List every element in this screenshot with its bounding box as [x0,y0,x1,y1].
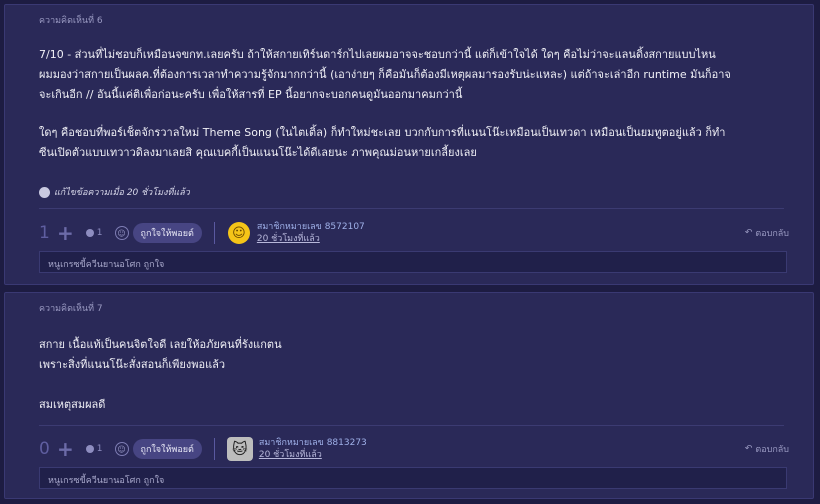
post-time[interactable]: 20 ชั่วโมงที่แล้ว [259,449,367,461]
edited-text: แก้ไขข้อความเมื่อ 20 ชั่วโมงที่แล้ว [54,188,190,198]
avatar[interactable]: ☺ [227,221,251,245]
emotion-count-value: 1 [96,228,103,238]
comment-body-paragraph: สกาย เนื้อแท้เป็นคนจิตใจดี เลยให้อภัยคนท… [39,335,282,375]
emoji-icon[interactable]: ☺ [114,442,129,456]
reply-button[interactable]: ↶ ตอบกลับ [745,442,789,456]
emotion-count[interactable]: 1 [85,444,103,454]
comment-line: สกาย เนื้อแท้เป็นคนจิตใจดี เลยให้อภัยคนท… [39,338,282,351]
comment-number: ความคิดเห็นที่ 7 [39,304,103,314]
reply-arrow-icon: ↶ [744,444,753,454]
comment-number: ความคิดเห็นที่ 6 [39,16,103,26]
plus-vote-icon[interactable]: + [57,439,74,459]
comment-line: จะเกินอีก // อันนี้แค่ติเพื่อก่อนะครับ เ… [39,88,463,101]
comment-line: สมเหตุสมผลดี [39,398,106,411]
comment-line: 7/10 - ส่วนที่ไม่ชอบก็เหมือนจขกท.เลยครับ… [39,48,716,61]
reply-label: ตอบกลับ [755,229,789,239]
reply-button[interactable]: ↶ ตอบกลับ [745,226,789,240]
edit-history-icon [39,186,50,198]
liked-by-box: หนูเกรซขี้ควีนยานอโศก ถูกใจ [39,467,787,489]
liked-by-box: หนูเกรซขี้ควีนยานอโศก ถูกใจ [39,251,787,273]
comment-card: ความคิดเห็นที่ 6 7/10 - ส่วนที่ไม่ชอบก็เ… [4,4,814,285]
comment-line: ผมมองว่าสกายเป็นผลค.ที่ต้องการเวลาทำความ… [39,68,731,81]
post-time[interactable]: 20 ชั่วโมงที่แล้ว [257,233,365,245]
divider [39,208,784,209]
emotion-icon [85,229,94,237]
author-info: สมาชิกหมายเลข 8572107 20 ชั่วโมงที่แล้ว [257,221,365,245]
separator [213,438,215,460]
comment-body-paragraph: ใดๆ คือชอบที่พอร์เช็ตจักรวาลใหม่ Theme S… [39,123,725,163]
divider [39,425,784,426]
emotion-icon [85,445,94,453]
comment-body-paragraph: สมเหตุสมผลดี [39,395,105,415]
comment-action-bar: 0 + 1 ☺ ถูกใจให้พอยต์ 🐱 สมาชิกหมายเลข 88… [39,435,789,463]
emoji-icon[interactable]: ☺ [114,226,129,240]
comment-line: ใดๆ คือชอบที่พอร์เช็ตจักรวาลใหม่ Theme S… [39,126,726,139]
cat-photo-icon: 🐱 [232,440,248,458]
avatar[interactable]: 🐱 [226,437,253,461]
comment-action-bar: 1 + 1 ☺ ถูกใจให้พอยต์ ☺ สมาชิกหมายเลข 85… [39,219,789,247]
author-info: สมาชิกหมายเลข 8813273 20 ชั่วโมงที่แล้ว [259,437,367,461]
smiley-face-icon: ☺ [227,222,250,244]
separator [213,222,215,244]
comment-line: ซีนเปิดตัวแบบเทวาวดิลงมาเลยสิ คุณเบคกี้เ… [39,146,477,159]
vote-score: 1 [39,223,50,243]
comment-line: เพราะสิ่งที่แนนโน๊ะสั่งสอนก็เพียงพอแล้ว [39,358,226,371]
edited-note: แก้ไขข้อความเมื่อ 20 ชั่วโมงที่แล้ว [39,185,190,199]
emotion-count-value: 1 [96,444,103,454]
author-name[interactable]: สมาชิกหมายเลข 8813273 [259,437,367,449]
like-point-button[interactable]: ถูกใจให้พอยต์ [132,439,202,459]
reply-arrow-icon: ↶ [744,228,753,238]
like-point-button[interactable]: ถูกใจให้พอยต์ [132,223,202,243]
comment-card: ความคิดเห็นที่ 7 สกาย เนื้อแท้เป็นคนจิตใ… [4,292,814,499]
plus-vote-icon[interactable]: + [57,223,74,243]
author-name[interactable]: สมาชิกหมายเลข 8572107 [257,221,365,233]
reply-label: ตอบกลับ [755,445,789,455]
vote-score: 0 [39,439,50,459]
comment-body-paragraph: 7/10 - ส่วนที่ไม่ชอบก็เหมือนจขกท.เลยครับ… [39,45,731,105]
emotion-count[interactable]: 1 [85,228,103,238]
